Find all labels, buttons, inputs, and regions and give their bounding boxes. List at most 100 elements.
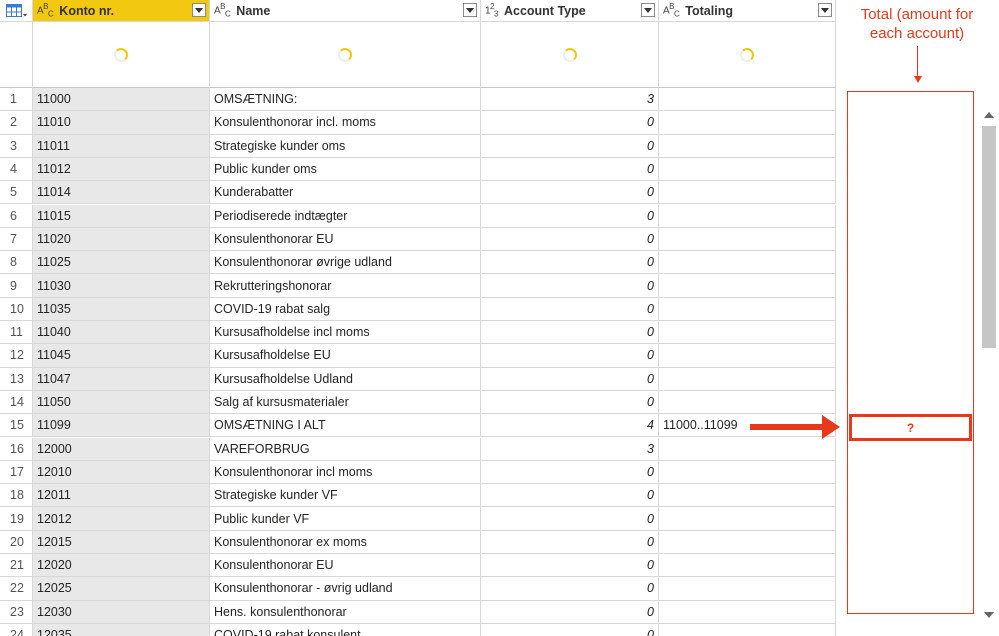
type-icon[interactable]: ABC: [663, 2, 680, 18]
table-row[interactable]: 8 11025 Konsulenthonorar øvrige udland 0: [0, 251, 836, 275]
cell-type[interactable]: 0: [481, 484, 659, 508]
cell-type[interactable]: 0: [481, 577, 659, 601]
cell-name[interactable]: Konsulenthonorar - øvrig udland: [210, 577, 481, 601]
cell-konto[interactable]: 12035: [33, 623, 210, 636]
table-row[interactable]: 14 11050 Salg af kursusmaterialer 0: [0, 390, 836, 415]
table-row[interactable]: 5 11014 Kunderabatter 0: [0, 181, 836, 205]
cell-totaling[interactable]: [659, 460, 836, 485]
table-row[interactable]: 17 12010 Konsulenthonorar incl moms 0: [0, 460, 836, 485]
table-row[interactable]: 15 11099 OMSÆTNING I ALT 4 11000..11099: [0, 414, 836, 438]
cell-konto[interactable]: 11015: [33, 204, 210, 228]
cell-type[interactable]: 0: [481, 251, 659, 275]
table-row[interactable]: 18 12011 Strategiske kunder VF 0: [0, 484, 836, 508]
cell-totaling[interactable]: [659, 344, 836, 368]
table-row[interactable]: 16 12000 VAREFORBRUG 3: [0, 437, 836, 461]
cell-name[interactable]: Konsulenthonorar ex moms: [210, 530, 481, 554]
cell-type[interactable]: 0: [481, 181, 659, 205]
cell-konto[interactable]: 12015: [33, 530, 210, 554]
table-row[interactable]: 6 11015 Periodiserede indtægter 0: [0, 204, 836, 228]
table-row[interactable]: 4 11012 Public kunder oms 0: [0, 157, 836, 182]
table-row[interactable]: 7 11020 Konsulenthonorar EU 0: [0, 227, 836, 252]
column-header-konto[interactable]: ABC Konto nr.: [33, 0, 210, 22]
cell-konto[interactable]: 12020: [33, 554, 210, 578]
cell-name[interactable]: Strategiske kunder oms: [210, 134, 481, 158]
cell-name[interactable]: Strategiske kunder VF: [210, 484, 481, 508]
filter-dropdown-icon[interactable]: [463, 3, 477, 17]
cell-name[interactable]: Konsulenthonorar øvrige udland: [210, 251, 481, 275]
cell-type[interactable]: 0: [481, 367, 659, 391]
cell-type[interactable]: 0: [481, 204, 659, 228]
table-row[interactable]: 3 11011 Strategiske kunder oms 0: [0, 134, 836, 158]
cell-name[interactable]: Konsulenthonorar EU: [210, 227, 481, 252]
cell-name[interactable]: OMSÆTNING:: [210, 88, 481, 112]
cell-type[interactable]: 0: [481, 111, 659, 135]
cell-konto[interactable]: 12000: [33, 437, 210, 461]
vertical-scrollbar[interactable]: [979, 88, 999, 636]
cell-type[interactable]: 3: [481, 88, 659, 112]
table-row[interactable]: 2 11010 Konsulenthonorar incl. moms 0: [0, 111, 836, 135]
cell-name[interactable]: Periodiserede indtægter: [210, 204, 481, 228]
cell-name[interactable]: Rekrutteringshonorar: [210, 274, 481, 298]
cell-totaling[interactable]: [659, 437, 836, 461]
cell-type[interactable]: 0: [481, 227, 659, 252]
filter-dropdown-icon[interactable]: [818, 3, 832, 17]
cell-konto[interactable]: 12012: [33, 507, 210, 531]
cell-name[interactable]: Hens. konsulenthonorar: [210, 600, 481, 624]
cell-type[interactable]: 0: [481, 134, 659, 158]
table-row[interactable]: 10 11035 COVID-19 rabat salg 0: [0, 297, 836, 321]
table-row[interactable]: 23 12030 Hens. konsulenthonorar 0: [0, 600, 836, 624]
cell-name[interactable]: OMSÆTNING I ALT: [210, 414, 481, 438]
cell-konto[interactable]: 11047: [33, 367, 210, 391]
cell-totaling[interactable]: [659, 484, 836, 508]
cell-konto[interactable]: 11099: [33, 414, 210, 438]
cell-konto[interactable]: 11045: [33, 344, 210, 368]
cell-totaling[interactable]: [659, 251, 836, 275]
cell-konto[interactable]: 11020: [33, 227, 210, 252]
cell-name[interactable]: VAREFORBRUG: [210, 437, 481, 461]
table-row[interactable]: 9 11030 Rekrutteringshonorar 0: [0, 274, 836, 298]
cell-totaling[interactable]: [659, 321, 836, 345]
cell-konto[interactable]: 12010: [33, 460, 210, 485]
cell-totaling[interactable]: [659, 227, 836, 252]
cell-name[interactable]: Konsulenthonorar EU: [210, 554, 481, 578]
cell-konto[interactable]: 11000: [33, 88, 210, 112]
table-row[interactable]: 19 12012 Public kunder VF 0: [0, 507, 836, 531]
table-row[interactable]: 13 11047 Kursusafholdelse Udland 0: [0, 367, 836, 391]
cell-type[interactable]: 0: [481, 600, 659, 624]
cell-name[interactable]: Konsulenthonorar incl moms: [210, 460, 481, 485]
table-row[interactable]: 20 12015 Konsulenthonorar ex moms 0: [0, 530, 836, 554]
table-row[interactable]: 21 12020 Konsulenthonorar EU 0: [0, 554, 836, 578]
cell-konto[interactable]: 12030: [33, 600, 210, 624]
cell-totaling[interactable]: [659, 600, 836, 624]
table-menu-button[interactable]: [0, 0, 33, 22]
cell-type[interactable]: 0: [481, 157, 659, 182]
table-row[interactable]: 1 11000 OMSÆTNING: 3: [0, 88, 836, 112]
table-row[interactable]: 11 11040 Kursusafholdelse incl moms 0: [0, 321, 836, 345]
cell-type[interactable]: 0: [481, 507, 659, 531]
cell-totaling[interactable]: [659, 157, 836, 182]
cell-type[interactable]: 4: [481, 414, 659, 438]
cell-totaling[interactable]: [659, 181, 836, 205]
cell-konto[interactable]: 11035: [33, 297, 210, 321]
cell-type[interactable]: 0: [481, 297, 659, 321]
cell-name[interactable]: Kursusafholdelse EU: [210, 344, 481, 368]
cell-name[interactable]: Public kunder oms: [210, 157, 481, 182]
cell-totaling[interactable]: [659, 297, 836, 321]
cell-konto[interactable]: 11011: [33, 134, 210, 158]
cell-name[interactable]: COVID-19 rabat salg: [210, 297, 481, 321]
cell-type[interactable]: 0: [481, 321, 659, 345]
column-header-name[interactable]: ABC Name: [210, 0, 481, 22]
cell-totaling[interactable]: [659, 507, 836, 531]
cell-konto[interactable]: 11050: [33, 390, 210, 415]
cell-konto[interactable]: 11040: [33, 321, 210, 345]
cell-name[interactable]: Public kunder VF: [210, 507, 481, 531]
column-header-type[interactable]: 123 Account Type: [481, 0, 659, 22]
cell-konto[interactable]: 11030: [33, 274, 210, 298]
cell-totaling[interactable]: [659, 204, 836, 228]
cell-type[interactable]: 3: [481, 437, 659, 461]
type-icon[interactable]: ABC: [214, 2, 231, 18]
scroll-up-icon[interactable]: [984, 112, 994, 118]
cell-konto[interactable]: 11025: [33, 251, 210, 275]
cell-type[interactable]: 0: [481, 460, 659, 485]
cell-totaling[interactable]: [659, 88, 836, 112]
